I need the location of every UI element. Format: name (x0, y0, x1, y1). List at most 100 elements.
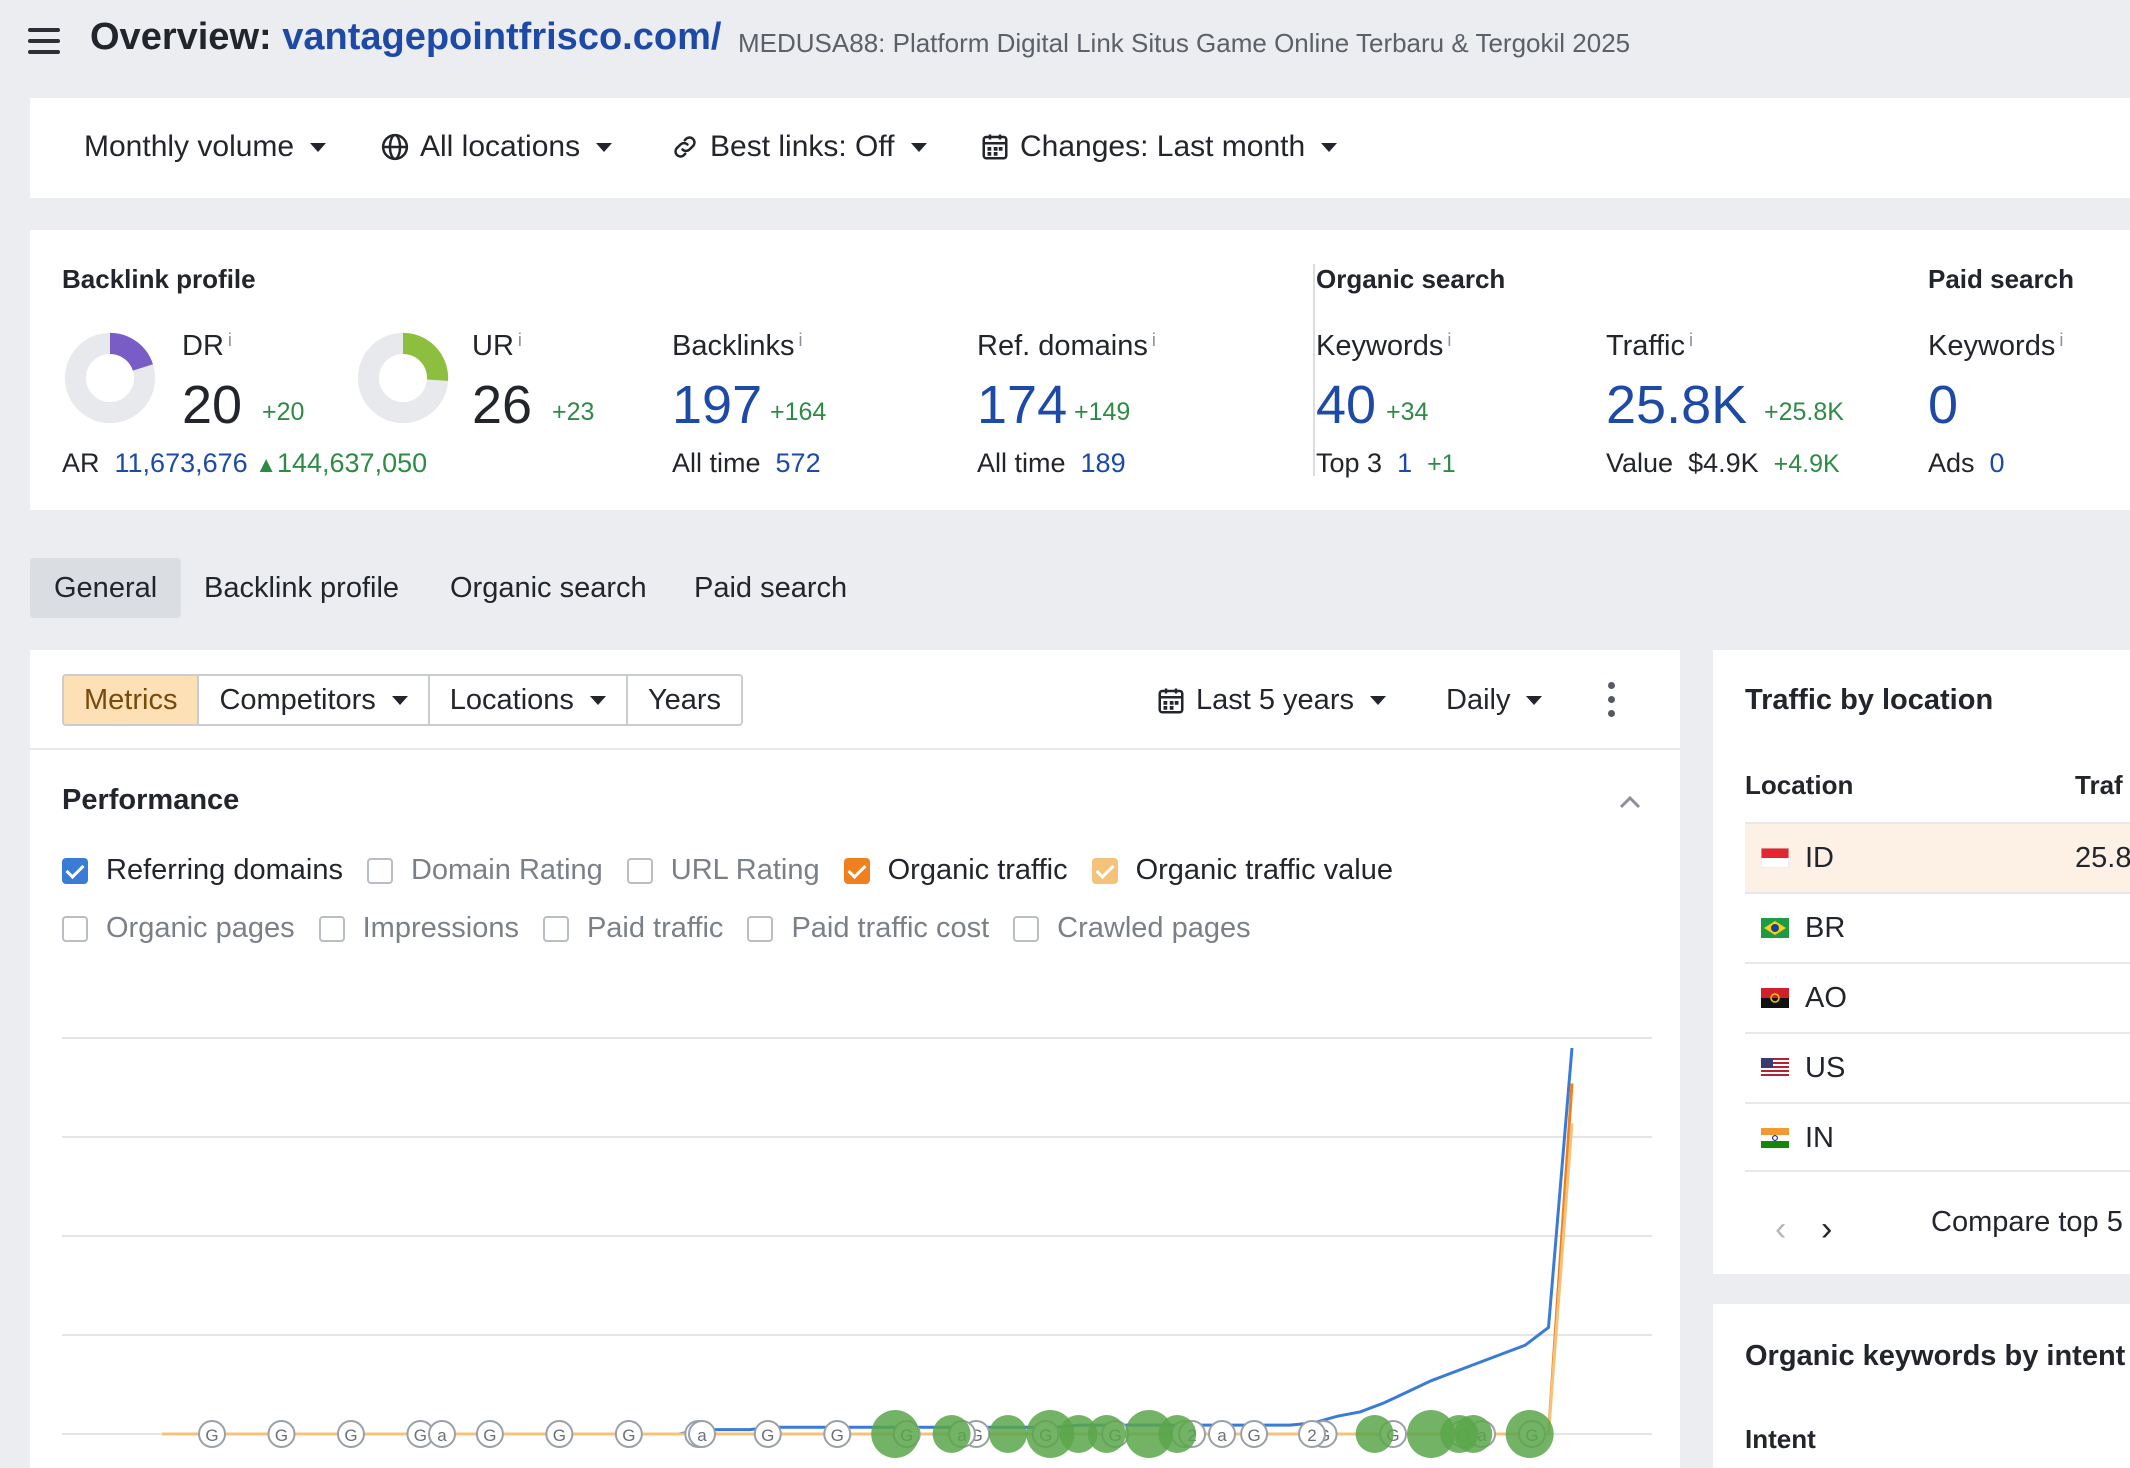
checkbox-organic-pages[interactable]: Organic pages (62, 912, 295, 945)
metrics-card: Backlink profile DR i 20 +20 UR i 26 +23 A… (30, 230, 2130, 510)
chevron-up-icon[interactable] (1618, 790, 1642, 814)
location-code: BR (1805, 912, 1846, 944)
tab-paid-search[interactable]: Paid search (670, 558, 871, 618)
paid-keywords-label[interactable]: Keywords i (1928, 330, 2063, 363)
segment-locations[interactable]: Locations (429, 676, 628, 724)
page-header: Overview: vantagepointfrisco.com/ MEDUSA… (0, 0, 2130, 88)
ads-value[interactable]: 0 (1990, 448, 2005, 478)
paid-search-heading: Paid search (1928, 264, 2074, 294)
checkbox-referring-domains[interactable]: Referring domains (62, 854, 343, 887)
traffic-delta: +25.8K (1764, 398, 1844, 426)
traffic-value-delta: +4.9K (1773, 450, 1840, 478)
paid-keywords-value[interactable]: 0 (1928, 378, 1958, 432)
title-prefix: Overview: (90, 16, 283, 58)
chevron-down-icon (310, 142, 327, 152)
best-links-dropdown[interactable]: Best links: Off (670, 130, 927, 164)
dr-value: 20 (182, 375, 243, 435)
backlink-profile-heading: Backlink profile (62, 264, 256, 294)
flag-br-icon (1761, 918, 1789, 938)
segment-years[interactable]: Years (627, 676, 742, 724)
link-icon (674, 136, 696, 158)
checkbox-organic-traffic[interactable]: Organic traffic (843, 854, 1068, 887)
checkbox-box[interactable] (366, 857, 393, 884)
ur-label[interactable]: UR i (472, 330, 522, 363)
traffic-by-location-card: Traffic by location Location Traf ID 25.… (1713, 650, 2130, 1274)
backlink-gain-bubble (932, 1415, 971, 1453)
ref-domains-label[interactable]: Ref. domains i (977, 330, 1156, 363)
column-location[interactable]: Location (1745, 770, 1853, 801)
ur-delta: +23 (552, 398, 595, 426)
checkbox-box[interactable] (1091, 857, 1118, 884)
checkbox-box[interactable] (542, 915, 569, 942)
tab-general[interactable]: General (30, 558, 182, 618)
dr-label[interactable]: DR i (182, 330, 232, 363)
location-code: ID (1805, 842, 1834, 874)
series-line-organic-traffic-value (162, 1123, 1574, 1436)
google-update-label: G (275, 1426, 288, 1445)
performance-chart[interactable]: GGGGGGGGGGGGGGGGGGGGaaaaa22 (62, 1010, 1682, 1468)
checkbox-crawled-pages[interactable]: Crawled pages (1013, 912, 1251, 945)
table-row[interactable]: BR (1745, 892, 2130, 962)
changes-dropdown[interactable]: Changes: Last month (980, 130, 1338, 164)
backlinks-alltime-value[interactable]: 572 (776, 448, 821, 478)
volume-dropdown[interactable]: Monthly volume (84, 130, 327, 164)
ar-delta: 144,637,050 (276, 448, 428, 478)
flag-us-icon (1761, 1058, 1789, 1078)
table-row[interactable]: IN (1745, 1102, 2130, 1172)
checkbox-box[interactable] (62, 915, 88, 942)
backlinks-value[interactable]: 197 (672, 378, 762, 432)
flag-in-icon (1761, 1128, 1789, 1148)
google-update-label: G (205, 1426, 218, 1445)
column-intent: Intent (1745, 1424, 1816, 1454)
traffic-value-amount: $4.9K (1688, 448, 1759, 478)
checkbox-box[interactable] (318, 915, 345, 942)
chevron-down-icon (1321, 142, 1338, 152)
checkbox-url-rating[interactable]: URL Rating (626, 854, 820, 887)
tab-organic-search[interactable]: Organic search (426, 558, 671, 618)
checkbox-organic-traffic-value[interactable]: Organic traffic value (1091, 854, 1393, 887)
traffic-label[interactable]: Traffic i (1606, 330, 1693, 363)
annotation-label: a (437, 1426, 447, 1445)
checkbox-box[interactable] (843, 857, 870, 884)
dr-delta: +20 (262, 398, 305, 426)
ref-domains-value[interactable]: 174 (977, 378, 1067, 432)
organic-keywords-label[interactable]: Keywords i (1316, 330, 1451, 363)
locations-dropdown[interactable]: All locations (380, 130, 613, 164)
checkbox-paid-traffic-cost[interactable]: Paid traffic cost (747, 912, 989, 945)
menu-icon[interactable] (28, 28, 60, 54)
granularity-dropdown[interactable]: Daily (1446, 684, 1543, 717)
ref-domains-alltime-value[interactable]: 189 (1081, 448, 1126, 478)
checkbox-box[interactable] (1013, 915, 1040, 942)
checkbox-impressions[interactable]: Impressions (318, 912, 519, 945)
checkbox-box[interactable] (747, 915, 774, 942)
table-row[interactable]: US (1745, 1032, 2130, 1102)
backlinks-label[interactable]: Backlinks i (672, 330, 803, 363)
chevron-left-icon[interactable]: ‹ (1775, 1210, 1786, 1249)
compare-top-button[interactable]: Compare top 5 (1931, 1206, 2123, 1239)
chevron-down-icon (1369, 696, 1386, 705)
top3-value[interactable]: 1 (1397, 448, 1412, 478)
ur-value: 26 (472, 375, 533, 435)
checkbox-domain-rating[interactable]: Domain Rating (366, 854, 603, 887)
ur-donut (357, 332, 449, 424)
table-row[interactable]: AO (1745, 962, 2130, 1032)
checkbox-paid-traffic[interactable]: Paid traffic (542, 912, 723, 945)
period-dropdown[interactable]: Last 5 years (1156, 684, 1386, 717)
segment-metrics[interactable]: Metrics (64, 676, 200, 724)
chevron-right-icon[interactable]: › (1821, 1210, 1832, 1249)
checkbox-box[interactable] (62, 857, 88, 884)
traffic-value[interactable]: 25.8K (1606, 378, 1747, 432)
column-traffic[interactable]: Traf (2075, 770, 2123, 801)
table-row[interactable]: ID 25.8 (1745, 822, 2130, 892)
top3-row: Top 3 1 +1 (1316, 448, 1456, 478)
domain-link[interactable]: vantagepointfrisco.com/ (282, 16, 721, 58)
segment-competitors[interactable]: Competitors (199, 676, 430, 724)
checkbox-box[interactable] (626, 857, 653, 884)
ar-value[interactable]: 11,673,676 (115, 448, 248, 478)
more-options-icon[interactable] (1605, 682, 1617, 718)
google-update-label: G (831, 1426, 844, 1445)
google-update-label: G (1247, 1426, 1260, 1445)
backlink-gain-bubble (1158, 1415, 1197, 1453)
tab-backlink-profile[interactable]: Backlink profile (180, 558, 423, 618)
organic-keywords-value[interactable]: 40 (1316, 378, 1376, 432)
